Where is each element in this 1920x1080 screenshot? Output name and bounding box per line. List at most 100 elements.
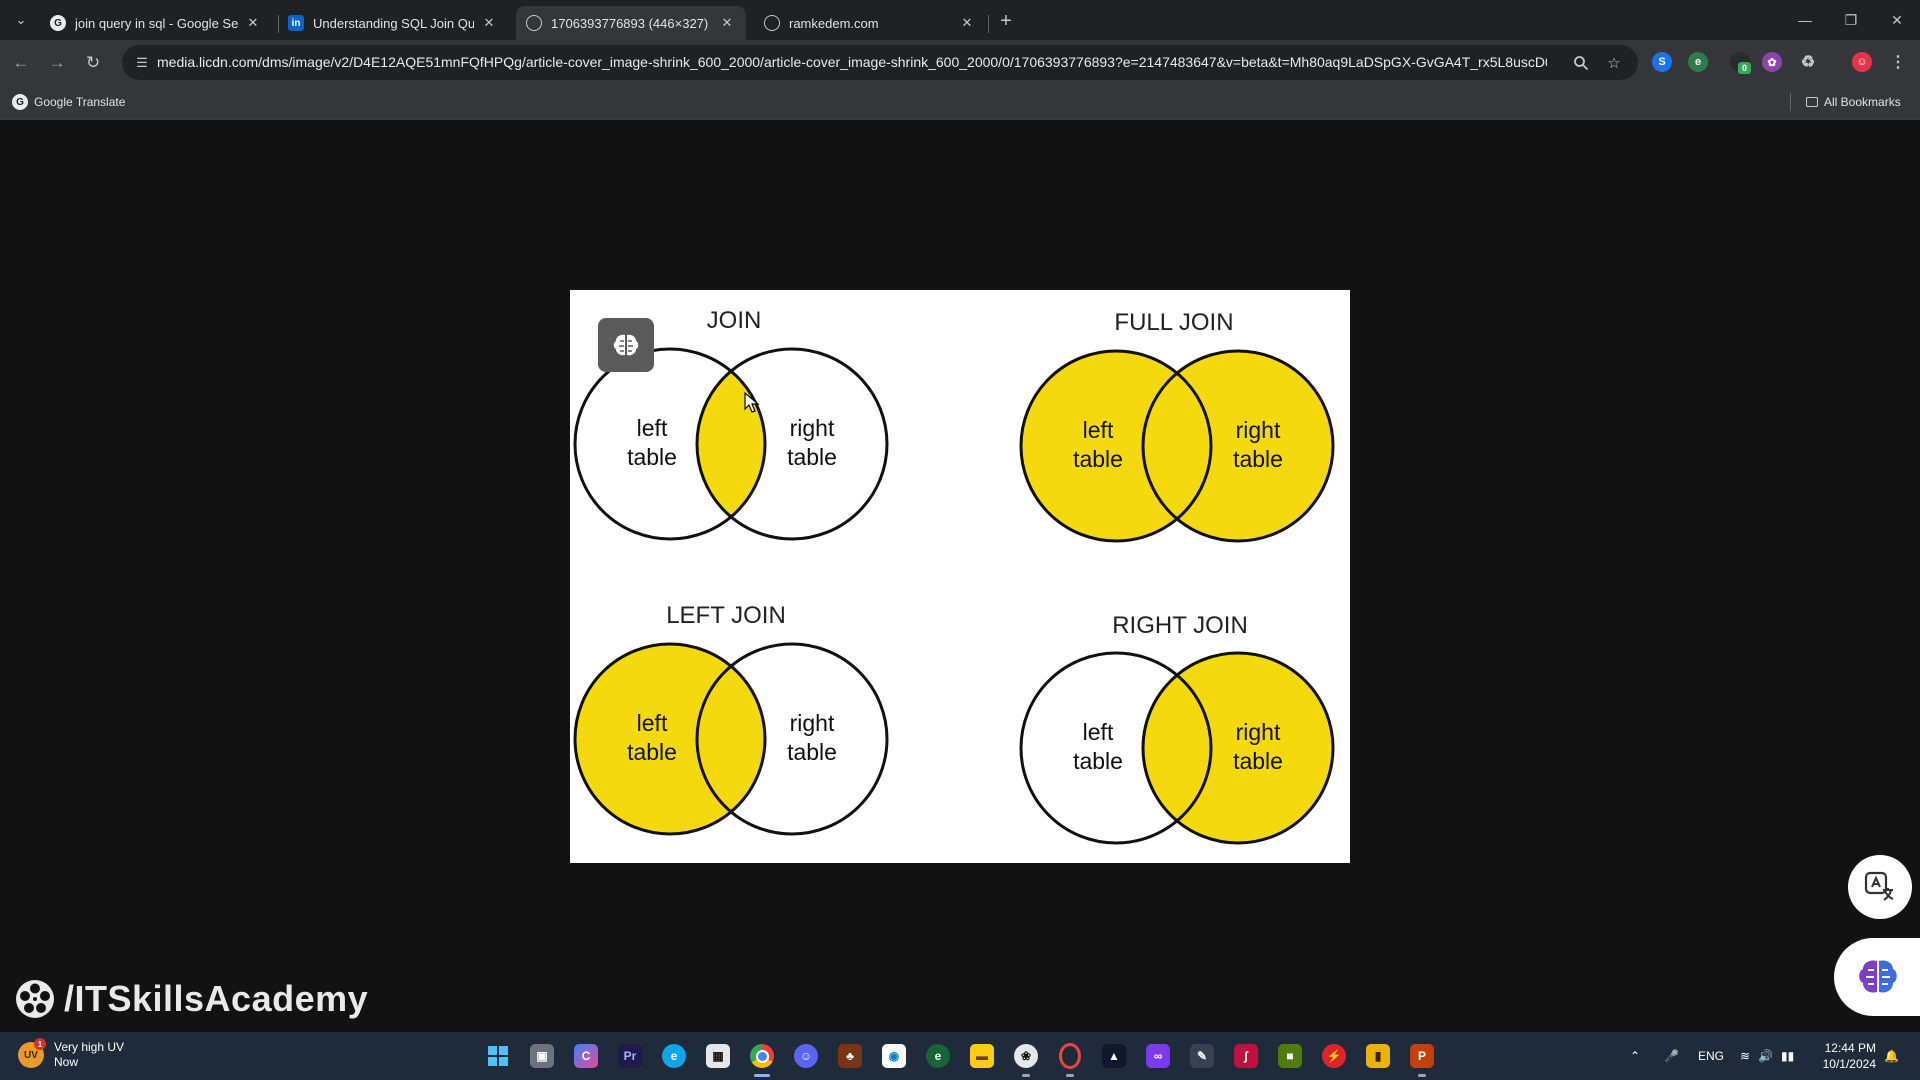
copilot-button[interactable]: C (570, 1040, 602, 1072)
bookmarks-divider (1790, 93, 1791, 111)
venn-right-label: table (787, 444, 837, 470)
minecraft-button[interactable]: ■ (1274, 1040, 1306, 1072)
weather-widget[interactable]: UV 1 Very high UV Now (18, 1038, 125, 1070)
watermark-text: /ITSkillsAcademy (64, 978, 369, 1019)
system-clock[interactable]: 12:44 PM 10/1/2024 (1806, 1040, 1876, 1072)
tab-search-button[interactable]: ⌄ (10, 9, 32, 31)
profile-avatar[interactable]: ☺ (1852, 52, 1872, 72)
bookmark-google-translate[interactable]: G Google Translate (12, 85, 125, 119)
globe-icon (526, 15, 542, 31)
media-app-icon: ∫ (1234, 1044, 1258, 1068)
lightning-icon: ⚡ (1322, 1044, 1346, 1068)
new-tab-button[interactable]: + (994, 9, 1018, 33)
back-button[interactable]: ← (8, 50, 34, 76)
store-button[interactable]: ▦ (702, 1040, 734, 1072)
start-button[interactable] (482, 1040, 514, 1072)
tab-separator (988, 15, 989, 33)
tab-google-search[interactable]: G join query in sql - Google Search ✕ (40, 6, 272, 40)
venn-right-label: right (1236, 417, 1281, 443)
store-icon: ▦ (706, 1044, 730, 1068)
chatgpt-icon: ❀ (1014, 1044, 1038, 1068)
bell-icon: 🔔 (1884, 1049, 1899, 1063)
restore-button[interactable]: ❐ (1836, 8, 1866, 32)
extension-brain-icon[interactable]: ✿ (1762, 52, 1782, 72)
opera-icon (1059, 1043, 1081, 1069)
tab-title: join query in sql - Google Search (75, 15, 238, 31)
extension-swirl-icon[interactable]: S (1652, 52, 1672, 72)
weather-status: Very high UV (54, 1040, 125, 1054)
power-bi-icon: ▮ (1366, 1044, 1390, 1068)
more-menu-icon[interactable]: ⋮ (1888, 52, 1908, 72)
reload-button[interactable]: ↻ (80, 50, 106, 76)
running-app-indicator (1418, 1074, 1426, 1077)
extension-counter-icon[interactable]: 0 (1730, 52, 1751, 74)
minecraft-icon: ■ (1278, 1044, 1302, 1068)
extensions-puzzle-icon[interactable]: ♻ (1798, 52, 1818, 72)
notifications-button[interactable]: 🔔 (1884, 1032, 1899, 1080)
linkedin-icon: in (288, 15, 304, 31)
translate-floating-button[interactable] (1848, 855, 1912, 919)
zoom-icon[interactable] (1571, 53, 1591, 73)
powerpoint-button[interactable]: P (1406, 1040, 1438, 1072)
premiere-pro-button[interactable]: Pr (614, 1040, 646, 1072)
venn-left-label: table (627, 739, 677, 765)
venn-left-label: left (637, 415, 668, 441)
ai-brain-overlay-button[interactable] (598, 318, 654, 372)
tab-image-active[interactable]: 1706393776893 (446×327) ✕ (516, 6, 746, 40)
weather-time: Now (54, 1055, 79, 1069)
close-icon[interactable]: ✕ (718, 14, 736, 32)
close-icon[interactable]: ✕ (480, 14, 498, 32)
power-bi-button[interactable]: ▮ (1362, 1040, 1394, 1072)
channel-watermark: /ITSkillsAcademy (14, 976, 368, 1022)
edge-icon: e (662, 1044, 686, 1068)
weather-alert-badge: 1 (34, 1038, 46, 1050)
extension-badge: 0 (1738, 62, 1751, 74)
language-indicator[interactable]: ENG (1698, 1032, 1724, 1080)
all-bookmarks-button[interactable]: All Bookmarks (1806, 85, 1901, 119)
bookmark-label: Google Translate (34, 95, 126, 109)
brain-icon (613, 334, 639, 356)
edge-dev-button[interactable]: e (922, 1040, 954, 1072)
task-view-button[interactable]: ▣ (526, 1040, 558, 1072)
venn-right-label: table (1233, 446, 1283, 472)
visual-studio-button[interactable]: ∞ (1142, 1040, 1174, 1072)
url-text[interactable]: media.licdn.com/dms/image/v2/D4E12AQE51m… (157, 45, 1547, 80)
tab-linkedin-article[interactable]: in Understanding SQL Join Queries ✕ (278, 6, 508, 40)
opera-button[interactable] (1054, 1040, 1086, 1072)
bookmark-star-icon[interactable]: ☆ (1604, 53, 1624, 73)
displayed-image: JOIN left table right table FULL JOIN left tabl… (570, 290, 1350, 863)
close-icon[interactable]: ✕ (244, 14, 262, 32)
extension-edge-icon[interactable]: e (1688, 52, 1708, 72)
tab-title: ramkedem.com (789, 15, 879, 31)
site-info-icon[interactable]: ☰ (132, 53, 152, 73)
game-app-icon: ♣ (838, 1044, 862, 1068)
game-app-button[interactable]: ♣ (834, 1040, 866, 1072)
close-icon[interactable]: ✕ (958, 14, 976, 32)
pen-tool-button[interactable]: ✎ (1186, 1040, 1218, 1072)
speed-app-button[interactable]: ⚡ (1318, 1040, 1350, 1072)
unity-button[interactable]: ▲ (1098, 1040, 1130, 1072)
close-window-button[interactable]: ✕ (1882, 8, 1912, 32)
file-explorer-button[interactable]: ▬ (966, 1040, 998, 1072)
join-venn-diagrams: JOIN left table right table FULL JOIN left tabl… (573, 307, 1335, 845)
tab-title: 1706393776893 (446×327) (551, 15, 709, 31)
photos-button[interactable]: ◉ (878, 1040, 910, 1072)
forward-button[interactable]: → (44, 50, 70, 76)
tab-ramkedem[interactable]: ramkedem.com ✕ (754, 6, 986, 40)
address-bar[interactable]: ☰ media.licdn.com/dms/image/v2/D4E12AQE5… (122, 45, 1638, 80)
visual-studio-icon: ∞ (1146, 1044, 1170, 1068)
chrome-button[interactable] (746, 1040, 778, 1072)
show-hidden-icons-button[interactable]: ⌃ (1630, 1032, 1640, 1080)
minimize-button[interactable]: — (1790, 8, 1820, 32)
venn-right-label: right (790, 415, 835, 441)
ai-assistant-floating-button[interactable] (1834, 938, 1920, 1016)
network-volume-battery[interactable]: ≋ 🔊 ▮▮ (1740, 1032, 1794, 1080)
microphone-button[interactable]: 🎤 (1664, 1032, 1679, 1080)
edge-button[interactable]: e (658, 1040, 690, 1072)
mouse-cursor-icon (744, 392, 760, 413)
discord-button[interactable]: ☺ (790, 1040, 822, 1072)
globe-icon (764, 15, 780, 31)
weather-sun-icon: UV 1 (18, 1038, 46, 1068)
media-app-button[interactable]: ∫ (1230, 1040, 1262, 1072)
chatgpt-button[interactable]: ❀ (1010, 1040, 1042, 1072)
